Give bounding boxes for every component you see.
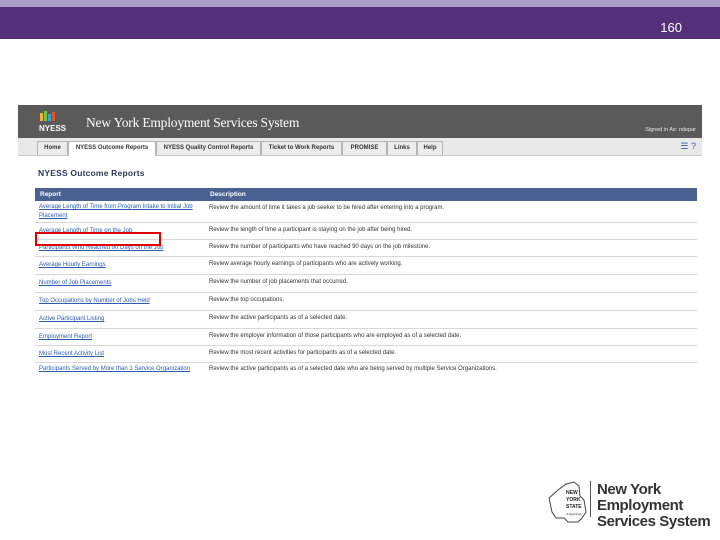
slide-header-bar: 160 [0, 7, 720, 39]
tab-nyess-quality-control-reports[interactable]: NYESS Quality Control Reports [156, 141, 261, 155]
footer-title-line1: New York Employment [597, 481, 684, 514]
tab-nyess-outcome-reports[interactable]: NYESS Outcome Reports [68, 141, 156, 156]
tab-home[interactable]: Home [37, 141, 68, 155]
state-word-state: STATE [566, 504, 582, 510]
report-description: Review the active participants as of a s… [209, 366, 497, 372]
report-link[interactable]: Most Recent Activity List [39, 350, 205, 359]
report-description: Review the number of participants who ha… [209, 244, 431, 250]
slide-top-stripe [0, 0, 720, 7]
tab-help[interactable]: Help [417, 141, 443, 155]
report-description: Review average hourly earnings of partic… [209, 261, 403, 267]
table-header: Report Description [35, 188, 697, 201]
table-row: Average Length of Time from Program Inta… [35, 201, 697, 223]
slide-number: 160 [660, 20, 682, 35]
nyess-footer-title: New York Employment Services System [597, 482, 720, 530]
app-title: New York Employment Services System [86, 115, 300, 130]
tab-promise[interactable]: PROMISE [342, 141, 387, 155]
state-word-new: NEW [566, 490, 578, 496]
report-link[interactable]: Average Hourly Earnings [39, 261, 205, 270]
table-row: Top Occupations by Number of Jobs Held R… [35, 293, 697, 311]
report-description: Review the length of time a participant … [209, 227, 413, 233]
report-description: Review the most recent activities for pa… [209, 350, 397, 356]
reports-table: Report Description Average Length of Tim… [35, 188, 697, 384]
highlight-box [35, 232, 161, 246]
report-link[interactable]: Participants Served by More than 1 Servi… [39, 365, 205, 374]
footer-title-line2: Services System [597, 513, 711, 530]
nyess-logo-icon: NYESS [39, 111, 67, 133]
logo-text: NYESS [39, 124, 67, 133]
state-tagline: of Opportunity [566, 513, 582, 516]
report-link[interactable]: Employment Report [39, 333, 205, 342]
table-row: Number of Job Placements Review the numb… [35, 275, 697, 293]
tab-ticket-to-work-reports[interactable]: Ticket to Work Reports [261, 141, 342, 155]
table-row: Most Recent Activity List Review the mos… [35, 346, 697, 363]
tab-links[interactable]: Links [387, 141, 417, 155]
table-row: Participants Served by More than 1 Servi… [35, 363, 697, 384]
toolbar-icons: ☰ ? [680, 141, 696, 152]
tab-bar: Home NYESS Outcome Reports NYESS Quality… [18, 138, 702, 156]
report-link[interactable]: Average Length of Time from Program Inta… [39, 203, 205, 220]
app-header: NYESS New York Employment Services Syste… [18, 105, 702, 138]
table-row: Employment Report Review the employer in… [35, 329, 697, 346]
table-row: Average Hourly Earnings Review average h… [35, 257, 697, 275]
report-description: Review the active participants as of a s… [209, 315, 348, 321]
report-description: Review the top occupations. [209, 297, 285, 303]
report-link[interactable]: Top Occupations by Number of Jobs Held [39, 297, 205, 306]
report-link[interactable]: Active Participant Listing [39, 315, 205, 324]
report-description: Review the employer information of those… [209, 333, 462, 339]
column-header-report: Report [40, 191, 61, 198]
column-header-description: Description [210, 191, 246, 198]
report-description: Review the amount of time it takes a job… [209, 205, 445, 211]
help-icon[interactable]: ? [691, 141, 696, 151]
menu-icon[interactable]: ☰ [680, 141, 688, 151]
logo-divider [590, 481, 591, 517]
report-link[interactable]: Number of Job Placements [39, 279, 205, 288]
page-title: NYESS Outcome Reports [38, 168, 145, 178]
app-screenshot: NYESS New York Employment Services Syste… [18, 105, 702, 399]
state-word-york: YORK [566, 497, 581, 503]
report-description: Review the number of job placements that… [209, 279, 348, 285]
table-row: Active Participant Listing Review the ac… [35, 311, 697, 329]
signed-in-label[interactable]: Signed in As: ndepar [645, 127, 696, 133]
